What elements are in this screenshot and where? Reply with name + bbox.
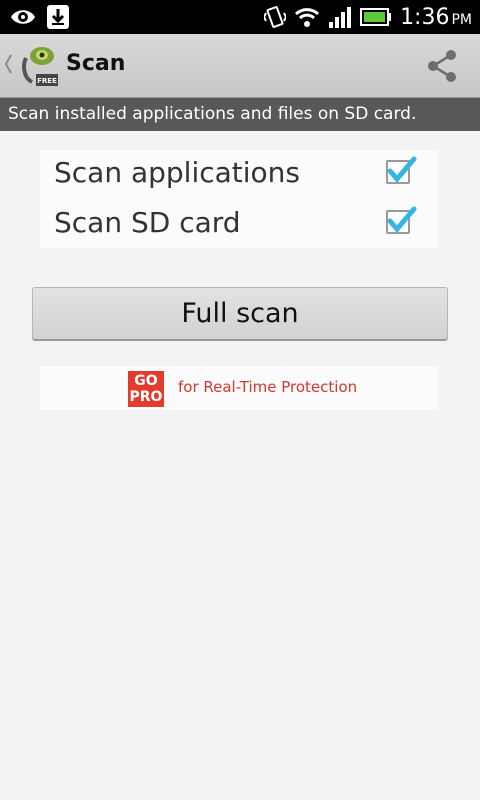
option-scan-applications[interactable]: Scan applications [40,150,438,198]
app-notification-icon [11,10,35,24]
page-title: Scan [66,51,126,76]
status-time: 1:36 PM [400,4,472,30]
scan-applications-checkbox[interactable] [386,156,417,184]
action-bar: FREE Scan [0,34,480,98]
checkmark-icon [387,156,417,183]
go-pro-text: for Real-Time Protection [178,378,358,396]
scan-sd-card-checkbox[interactable] [386,206,417,234]
go-pro-banner[interactable]: GO PRO for Real-Time Protection [40,366,438,410]
full-scan-button[interactable]: Full scan [32,287,448,341]
share-icon[interactable] [424,48,460,84]
status-notifications [8,4,70,30]
scan-options-panel: Scan applications Scan SD card [40,150,438,248]
option-scan-sd-card[interactable]: Scan SD card [40,200,438,248]
free-badge: FREE [37,77,57,85]
option-label: Scan SD card [54,206,241,239]
app-logo-icon[interactable]: FREE [16,44,60,88]
status-bar: 1:36 PM [0,0,480,34]
go-pro-logo: GO PRO [128,371,164,407]
status-system: 1:36 PM [264,4,472,30]
scan-description: Scan installed applications and files on… [0,98,480,131]
checkmark-icon [387,206,417,233]
back-caret-icon[interactable] [3,52,13,76]
download-icon [47,5,69,29]
wifi-icon [295,8,320,27]
option-label: Scan applications [54,156,301,189]
battery-icon [360,8,392,26]
signal-icon [329,7,352,28]
vibrate-icon [264,6,287,28]
